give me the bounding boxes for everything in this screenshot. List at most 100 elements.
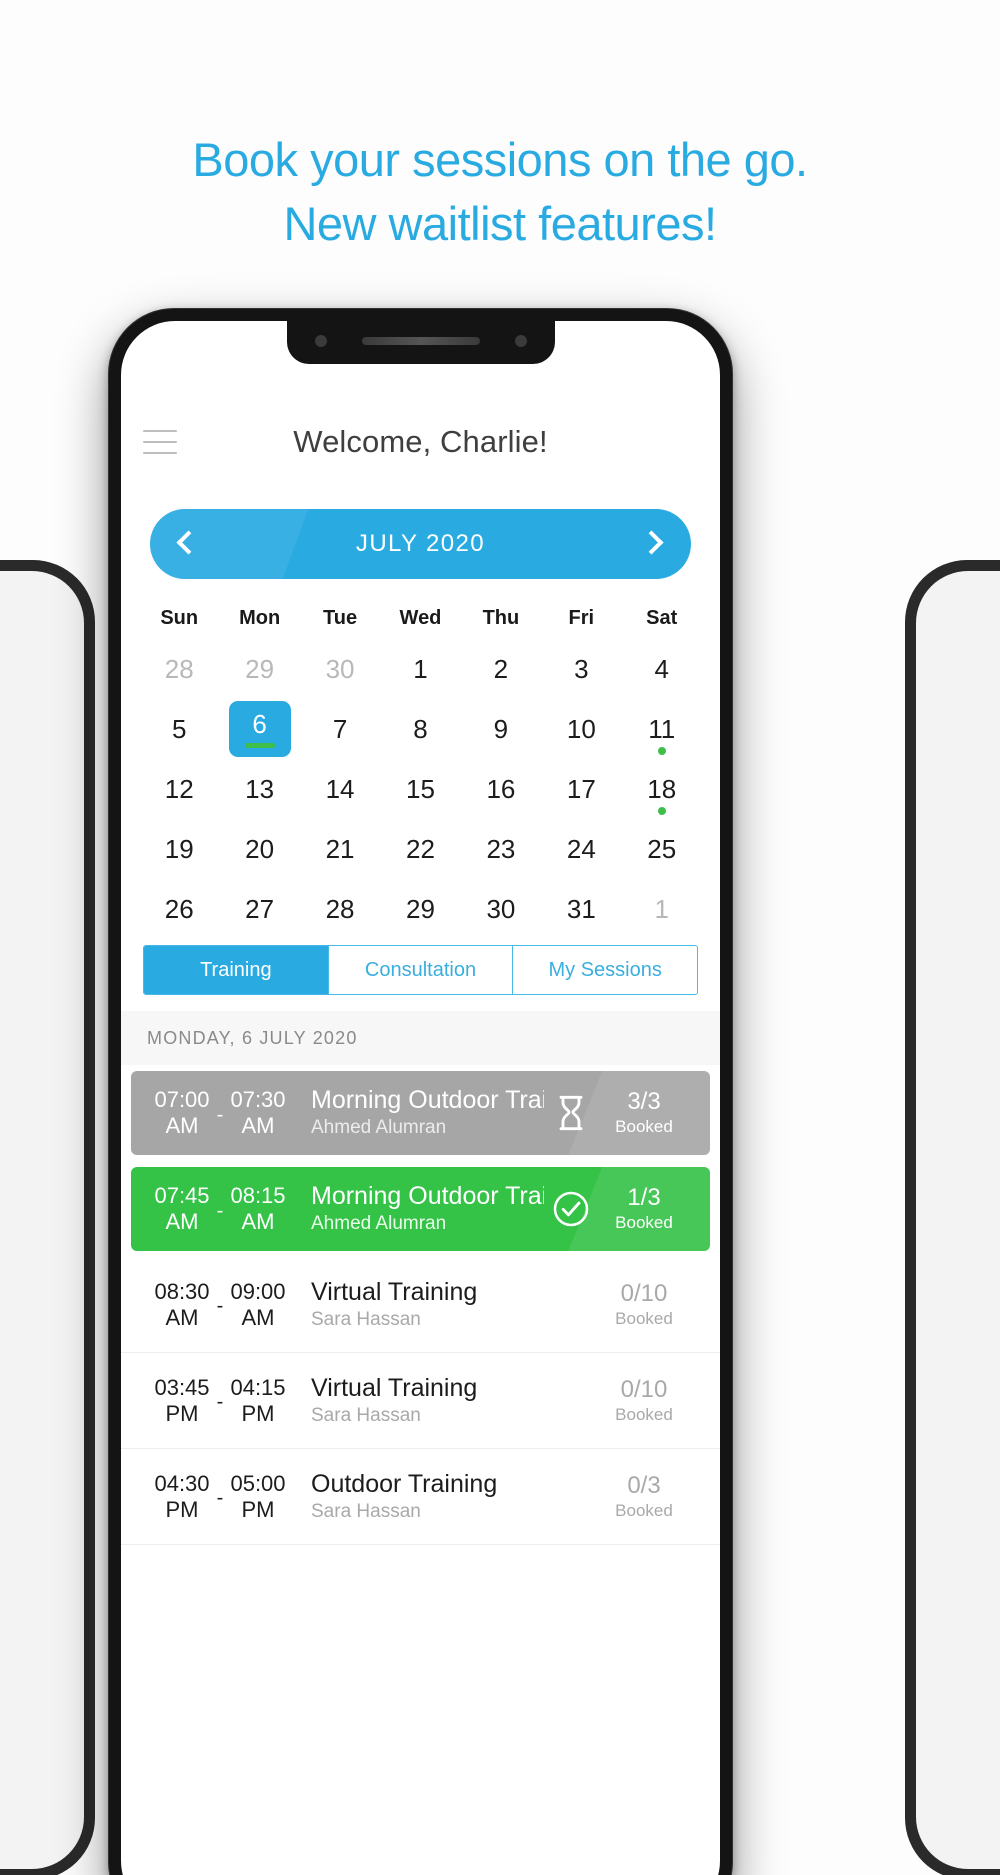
hourglass-icon <box>559 1095 583 1131</box>
check-circle-icon <box>553 1191 589 1227</box>
calendar-cell: 23 <box>461 819 541 879</box>
chevron-left-icon[interactable] <box>176 530 201 555</box>
session-start-period: PM <box>165 1496 199 1522</box>
session-booked-count: 1/3 <box>627 1184 661 1211</box>
calendar-day[interactable]: 23 <box>461 819 541 879</box>
calendar-day[interactable]: 5 <box>139 699 219 759</box>
calendar-day-number: 14 <box>325 774 355 804</box>
calendar-day[interactable]: 30 <box>461 879 541 939</box>
calendar-day[interactable]: 30 <box>300 639 380 699</box>
calendar-day[interactable]: 21 <box>300 819 380 879</box>
session-coach: Sara Hassan <box>311 1308 421 1330</box>
calendar-day[interactable]: 26 <box>139 879 219 939</box>
session-row[interactable]: 07:45 AM -08:15 AM Morning Outdoor Trai... Ah… <box>121 1161 720 1257</box>
calendar-cell: 28 <box>300 879 380 939</box>
calendar-cell: 1 <box>380 639 460 699</box>
calendar-day[interactable]: 13 <box>219 759 299 819</box>
calendar-day[interactable]: 10 <box>541 699 621 759</box>
calendar-cell: 26 <box>139 879 219 939</box>
tab-my-sessions[interactable]: My Sessions <box>513 946 697 994</box>
calendar-day[interactable]: 19 <box>139 819 219 879</box>
session-content: 07:00 AM -07:30 AM Morning Outdoor Trai... Ah… <box>137 1085 704 1141</box>
session-booking-status: 0/10 Booked <box>598 1376 690 1426</box>
calendar-day[interactable]: 29 <box>219 639 299 699</box>
session-row[interactable]: 07:00 AM -07:30 AM Morning Outdoor Trai... Ah… <box>121 1065 720 1161</box>
calendar-cell: 28 <box>139 639 219 699</box>
calendar-day[interactable]: 14 <box>300 759 380 819</box>
session-end-clock: 08:15 <box>230 1183 286 1208</box>
calendar-day-number: 20 <box>245 834 275 864</box>
calendar-weekday-label: Thu <box>482 606 520 629</box>
calendar-day[interactable]: 28 <box>300 879 380 939</box>
calendar-day-selected[interactable]: 6 <box>219 699 299 759</box>
app-store-screenshot: Book your sessions on the go. New waitli… <box>0 0 1000 1875</box>
calendar-cell: 25 <box>622 819 702 879</box>
session-time-range: 07:00 AM -07:30 AM <box>151 1087 303 1139</box>
session-booking-status: 3/3 Booked <box>598 1088 690 1138</box>
calendar-day[interactable]: 31 <box>541 879 621 939</box>
background-phone-right-screen <box>916 571 1000 1869</box>
calendar-day[interactable]: 1 <box>380 639 460 699</box>
calendar-day[interactable]: 17 <box>541 759 621 819</box>
phone-frame: Welcome, Charlie! JULY 2020 Sun Mon Tue Wed… <box>108 308 733 1875</box>
session-coach: Sara Hassan <box>311 1500 421 1522</box>
session-row[interactable]: 04:30 PM -05:00 PM Outdoor Training Sara Hass… <box>121 1449 720 1545</box>
calendar-day[interactable]: 25 <box>622 819 702 879</box>
session-details: Morning Outdoor Trai... Ahmed Alumran <box>303 1181 544 1237</box>
session-content: 07:45 AM -08:15 AM Morning Outdoor Trai... Ah… <box>137 1181 704 1237</box>
calendar-day-number: 24 <box>566 834 596 864</box>
calendar-day[interactable]: 29 <box>380 879 460 939</box>
background-phone-left-screen <box>0 571 84 1869</box>
calendar-day[interactable]: 4 <box>622 639 702 699</box>
tab-training[interactable]: Training <box>144 946 329 994</box>
calendar-day[interactable]: 16 <box>461 759 541 819</box>
session-time-separator: - <box>216 1103 224 1126</box>
calendar-day[interactable]: 20 <box>219 819 299 879</box>
calendar-day[interactable]: 11 <box>622 699 702 759</box>
calendar-day[interactable]: 7 <box>300 699 380 759</box>
calendar-day[interactable]: 3 <box>541 639 621 699</box>
calendar-weekday-label: Wed <box>399 606 442 629</box>
calendar-cell: 31 <box>541 879 621 939</box>
session-start-clock: 07:45 <box>154 1183 210 1208</box>
calendar-day[interactable]: 12 <box>139 759 219 819</box>
calendar-day-number: 30 <box>486 894 516 924</box>
session-row[interactable]: 03:45 PM -04:15 PM Virtual Training Sara Hass… <box>121 1353 720 1449</box>
calendar-day-number: 28 <box>325 894 355 924</box>
session-booked-label: Booked <box>615 1500 673 1520</box>
tab-consultation[interactable]: Consultation <box>328 946 514 994</box>
session-time-separator: - <box>216 1487 224 1509</box>
chevron-right-icon[interactable] <box>639 530 665 555</box>
calendar-weekday-fri: Fri <box>541 597 621 639</box>
calendar-day[interactable]: 8 <box>380 699 460 759</box>
calendar-day[interactable]: 27 <box>219 879 299 939</box>
calendar-day[interactable]: 28 <box>139 639 219 699</box>
calendar-day[interactable]: 9 <box>461 699 541 759</box>
session-end-time: 04:15 PM <box>227 1375 289 1427</box>
calendar-day[interactable]: 24 <box>541 819 621 879</box>
calendar-cell: 27 <box>219 879 299 939</box>
calendar-day-number: 26 <box>164 894 194 924</box>
calendar-week-row: 5 6 7 8 9 10 11 <box>139 699 702 759</box>
session-title: Virtual Training <box>311 1373 478 1402</box>
tab-label: My Sessions <box>548 958 662 981</box>
session-details: Virtual Training Sara Hassan <box>303 1277 544 1333</box>
session-row[interactable]: 08:30 AM -09:00 AM Virtual Training Sara Hass… <box>121 1257 720 1353</box>
hamburger-icon[interactable] <box>143 430 177 454</box>
calendar-day[interactable]: 22 <box>380 819 460 879</box>
calendar-day[interactable]: 1 <box>622 879 702 939</box>
calendar-cell: 10 <box>541 699 621 759</box>
calendar-weekday-label: Sat <box>646 606 678 629</box>
calendar-cell: 20 <box>219 819 299 879</box>
calendar-cell: 22 <box>380 819 460 879</box>
month-label: JULY 2020 <box>355 530 486 557</box>
calendar-day[interactable]: 18 <box>622 759 702 819</box>
calendar-cell: 14 <box>300 759 380 819</box>
session-booking-status: 0/10 Booked <box>598 1280 690 1330</box>
session-title: Morning Outdoor Trai... <box>311 1086 544 1114</box>
calendar-day[interactable]: 2 <box>461 639 541 699</box>
session-start-time: 07:00 AM <box>151 1087 213 1139</box>
calendar-week-row: 19 20 21 22 23 24 25 <box>139 819 702 879</box>
calendar-day-event-dot <box>657 807 666 815</box>
calendar-day[interactable]: 15 <box>380 759 460 819</box>
